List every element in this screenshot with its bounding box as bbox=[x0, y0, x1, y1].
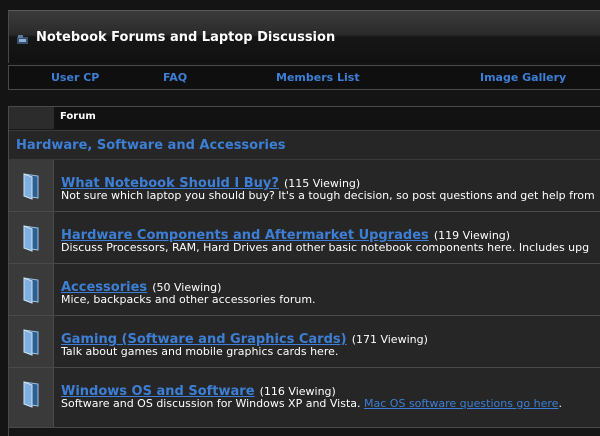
forum-description: Software and OS discussion for Windows X… bbox=[61, 397, 562, 410]
forum-folder-icon bbox=[23, 173, 39, 200]
forum-icon-cell bbox=[9, 316, 54, 367]
forum-icon-cell bbox=[9, 264, 54, 315]
category-title-link[interactable]: Hardware, Software and Accessories bbox=[16, 138, 286, 153]
forum-row-body: Gaming (Software and Graphics Cards) (17… bbox=[54, 316, 600, 367]
forum-row: Accessories (50 Viewing) Mice, backpacks… bbox=[9, 264, 600, 316]
icon-column-header bbox=[9, 107, 54, 129]
forum-row-body: Windows OS and Software (116 Viewing) So… bbox=[54, 368, 600, 427]
forum-row-body: Hardware Components and Aftermarket Upgr… bbox=[54, 212, 600, 263]
forum-row: Windows OS and Software (116 Viewing) So… bbox=[9, 368, 600, 428]
forum-folder-icon bbox=[23, 277, 39, 304]
forum-description: Not sure which laptop you should buy? It… bbox=[61, 189, 595, 202]
forum-row-body: Accessories (50 Viewing) Mice, backpacks… bbox=[54, 264, 600, 315]
nav-image-gallery-link[interactable]: Image Gallery bbox=[480, 71, 566, 84]
forum-row: Gaming (Software and Graphics Cards) (17… bbox=[9, 316, 600, 368]
forum-icon-cell bbox=[9, 368, 54, 427]
forum-row: What Notebook Should I Buy? (115 Viewing… bbox=[9, 160, 600, 212]
forum-folder-icon bbox=[23, 381, 39, 408]
nav-user-cp-link[interactable]: User CP bbox=[51, 71, 99, 84]
forum-icon-cell bbox=[9, 160, 54, 211]
description-period: . bbox=[558, 397, 562, 410]
nav-faq-link[interactable]: FAQ bbox=[163, 71, 187, 84]
site-icon bbox=[17, 35, 28, 44]
category-header: Hardware, Software and Accessories bbox=[9, 130, 600, 160]
viewing-count: (171 Viewing) bbox=[351, 333, 428, 346]
forum-column-header: Forum bbox=[60, 111, 96, 122]
forum-folder-icon bbox=[23, 329, 39, 356]
forum-table: Forum Hardware, Software and Accessories… bbox=[8, 106, 600, 436]
forum-folder-icon bbox=[23, 225, 39, 252]
forum-row-body: What Notebook Should I Buy? (115 Viewing… bbox=[54, 160, 600, 211]
table-header: Forum bbox=[9, 107, 600, 129]
site-header: Notebook Forums and Laptop Discussion bbox=[8, 10, 600, 63]
forum-row: Hardware Components and Aftermarket Upgr… bbox=[9, 212, 600, 264]
mac-os-software-link[interactable]: Mac OS software questions go here bbox=[364, 397, 558, 410]
forum-description: Discuss Processors, RAM, Hard Drives and… bbox=[61, 241, 590, 254]
forum-icon-cell bbox=[9, 212, 54, 263]
nav-bar: User CP FAQ Members List Image Gallery bbox=[8, 65, 600, 90]
forum-description: Mice, backpacks and other accessories fo… bbox=[61, 293, 316, 306]
forum-description-text: Software and OS discussion for Windows X… bbox=[61, 397, 361, 410]
forum-description: Talk about games and mobile graphics car… bbox=[61, 345, 339, 358]
nav-members-list-link[interactable]: Members List bbox=[276, 71, 360, 84]
page-title: Notebook Forums and Laptop Discussion bbox=[36, 30, 336, 45]
